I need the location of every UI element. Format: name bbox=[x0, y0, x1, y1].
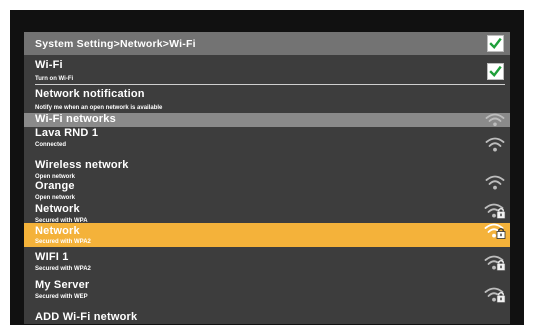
breadcrumb: System Setting>Network>Wi-Fi bbox=[35, 38, 196, 50]
network-name: Orange bbox=[35, 180, 75, 192]
network-item[interactable]: Network Secured with WPA bbox=[24, 199, 510, 224]
network-status: Secured with WPA2 bbox=[35, 239, 91, 245]
divider bbox=[35, 84, 505, 85]
network-name: Network bbox=[35, 225, 80, 237]
network-name: Network bbox=[35, 203, 80, 215]
wifi-lock-icon bbox=[484, 287, 506, 303]
network-name: Wireless network bbox=[35, 159, 129, 171]
header-bar: System Setting>Network>Wi-Fi bbox=[24, 32, 510, 55]
network-status: Secured with WEP bbox=[35, 294, 88, 300]
wifi-icon bbox=[485, 113, 505, 127]
wifi-networks-title: Wi-Fi networks bbox=[35, 113, 116, 125]
network-item-selected[interactable]: Network Secured with WPA2 bbox=[24, 223, 510, 247]
tv-screen: System Setting>Network>Wi-Fi Wi-Fi Turn … bbox=[10, 10, 524, 325]
add-network-row[interactable]: ADD Wi-Fi network bbox=[24, 311, 510, 324]
network-status: Connected bbox=[35, 142, 67, 148]
network-name: WIFI 1 bbox=[35, 251, 69, 263]
wifi-lock-icon bbox=[484, 255, 506, 271]
network-notification-row[interactable]: Network notification Notify me when an o… bbox=[24, 86, 510, 113]
wifi-toggle-title: Wi-Fi bbox=[35, 59, 63, 71]
wifi-icon bbox=[485, 175, 505, 190]
network-item[interactable]: Wireless network Open network bbox=[24, 151, 510, 180]
network-notification-title: Network notification bbox=[35, 88, 145, 100]
wifi-lock-icon bbox=[484, 203, 506, 219]
network-notification-subtitle: Notify me when an open network is availa… bbox=[35, 105, 163, 111]
network-item[interactable]: Lava RND 1 Connected bbox=[24, 127, 510, 152]
network-item[interactable]: WIFI 1 Secured with WPA2 bbox=[24, 247, 510, 272]
check-icon bbox=[489, 37, 502, 50]
add-network-label: ADD Wi-Fi network bbox=[35, 311, 138, 323]
network-name: My Server bbox=[35, 279, 90, 291]
wifi-toggle-subtitle: Turn on Wi-Fi bbox=[35, 76, 74, 82]
check-icon bbox=[489, 65, 502, 78]
network-item[interactable]: Orange Open network bbox=[24, 175, 510, 201]
network-item[interactable]: My Server Secured with WEP bbox=[24, 271, 510, 303]
network-name: Lava RND 1 bbox=[35, 127, 99, 139]
wifi-toggle-row[interactable]: Wi-Fi Turn on Wi-Fi bbox=[24, 55, 510, 86]
wifi-networks-header: Wi-Fi networks bbox=[24, 113, 510, 127]
wifi-lock-icon bbox=[484, 223, 506, 239]
wifi-settings-panel: System Setting>Network>Wi-Fi Wi-Fi Turn … bbox=[24, 32, 510, 324]
header-checkbox[interactable] bbox=[487, 35, 504, 52]
wifi-toggle-checkbox[interactable] bbox=[487, 63, 504, 80]
